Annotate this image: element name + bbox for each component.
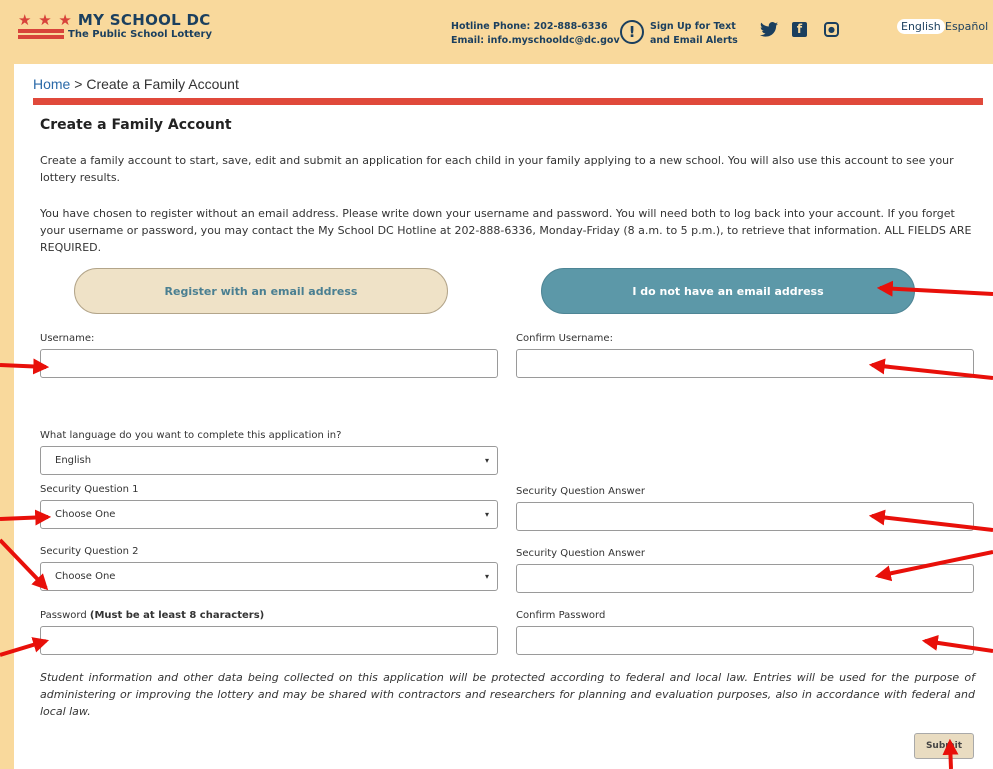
password-input[interactable] xyxy=(40,626,498,655)
site-header: ★ ★ ★ MY SCHOOL DC The Public School Lot… xyxy=(0,0,993,64)
breadcrumb-home-link[interactable]: Home xyxy=(33,76,70,92)
privacy-disclaimer: Student information and other data being… xyxy=(40,671,975,718)
title-divider xyxy=(33,98,983,105)
security-answer-1-label: Security Question Answer xyxy=(516,486,645,497)
submit-button[interactable]: Submit xyxy=(914,733,974,759)
page-title: Create a Family Account xyxy=(40,117,232,133)
security-question-1-label: Security Question 1 xyxy=(40,484,139,495)
password-label: Password (Must be at least 8 characters) xyxy=(40,610,264,621)
confirm-username-label: Confirm Username: xyxy=(516,333,613,344)
username-label: Username: xyxy=(40,333,95,344)
security-answer-2-label: Security Question Answer xyxy=(516,548,645,559)
logo-subtitle: The Public School Lottery xyxy=(68,29,213,40)
security-question-2-select[interactable]: Choose One ▾ xyxy=(40,562,498,591)
password-hint: (Must be at least 8 characters) xyxy=(89,610,265,621)
sign-up-alerts-link[interactable]: Sign Up for Text and Email Alerts xyxy=(650,20,738,48)
intro-text: Create a family account to start, save, … xyxy=(40,154,954,184)
security-question-2-value: Choose One xyxy=(55,571,116,582)
language-label: What language do you want to complete th… xyxy=(40,430,342,441)
logo-title: MY SCHOOL DC xyxy=(77,11,211,29)
no-email-button[interactable]: I do not have an email address xyxy=(541,268,915,314)
breadcrumb-separator: > xyxy=(70,76,87,92)
twitter-icon[interactable] xyxy=(760,22,778,38)
left-gutter xyxy=(0,64,14,769)
breadcrumb-current: Create a Family Account xyxy=(86,76,239,92)
register-with-email-button[interactable]: Register with an email address xyxy=(74,268,448,314)
hotline-text: Hotline Phone: 202-888-6336 xyxy=(451,21,608,32)
security-answer-2-input[interactable] xyxy=(516,564,974,593)
password-label-text: Password xyxy=(40,610,87,621)
logo-stripes xyxy=(18,29,64,39)
confirm-username-input[interactable] xyxy=(516,349,974,378)
alert-line-2: and Email Alerts xyxy=(650,35,738,46)
alert-icon[interactable]: ! xyxy=(620,20,644,44)
logo-stars: ★ ★ ★ xyxy=(18,11,73,29)
username-input[interactable] xyxy=(40,349,498,378)
site-logo[interactable]: ★ ★ ★ MY SCHOOL DC The Public School Lot… xyxy=(18,11,212,40)
security-question-2-label: Security Question 2 xyxy=(40,546,139,557)
security-question-1-value: Choose One xyxy=(55,509,116,520)
email-text[interactable]: Email: info.myschooldc@dc.gov xyxy=(451,34,620,48)
confirm-password-label: Confirm Password xyxy=(516,610,606,621)
language-spanish[interactable]: Español xyxy=(945,20,988,33)
facebook-icon[interactable]: f xyxy=(792,22,807,37)
contact-info: Hotline Phone: 202-888-6336 Email: info.… xyxy=(451,20,620,48)
notice-text: You have chosen to register without an e… xyxy=(40,207,972,254)
language-english[interactable]: English xyxy=(897,19,945,34)
language-select-value: English xyxy=(55,455,92,466)
alert-line-1: Sign Up for Text xyxy=(650,21,736,32)
breadcrumb: Home > Create a Family Account xyxy=(33,76,239,92)
chevron-down-icon: ▾ xyxy=(484,456,489,465)
security-answer-1-input[interactable] xyxy=(516,502,974,531)
language-select[interactable]: English ▾ xyxy=(40,446,498,475)
chevron-down-icon: ▾ xyxy=(484,510,489,519)
security-question-1-select[interactable]: Choose One ▾ xyxy=(40,500,498,529)
confirm-password-input[interactable] xyxy=(516,626,974,655)
instagram-icon[interactable]: ● xyxy=(824,22,839,37)
chevron-down-icon: ▾ xyxy=(484,572,489,581)
